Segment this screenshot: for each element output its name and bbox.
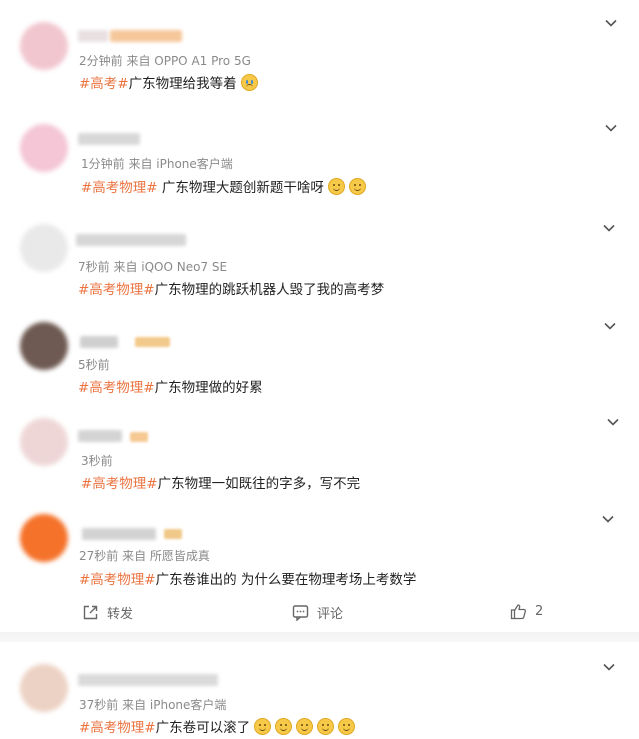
chevron-down-icon[interactable] [602,513,614,525]
comment-text: #高考物理#广东卷谁出的 为什么要在物理考场上考数学 [79,568,416,588]
user-badge [164,529,182,539]
section-divider [0,632,639,642]
repost-button[interactable]: 转发 [82,603,133,622]
comment-body: 广东卷可以滚了 [155,720,251,736]
user-badge [130,432,148,442]
comment-meta: 7秒前 来自 iQOO Neo7 SE [78,260,228,274]
like-button[interactable]: 2 [510,603,543,620]
topic-tag[interactable]: #高考物理# [81,180,158,196]
username-blurred[interactable] [82,528,156,540]
chevron-down-icon[interactable] [603,661,615,673]
topic-tag[interactable]: #高考物理# [78,282,155,298]
username-blurred[interactable] [78,30,108,42]
comment-button[interactable]: 评论 [292,603,343,622]
smile-emoji-icon [296,718,314,735]
chevron-down-icon[interactable] [604,320,616,332]
comment-text: #高考物理#广东物理一如既往的字多，写不完 [81,472,360,492]
avatar[interactable] [20,418,68,466]
repost-label: 转发 [107,607,134,622]
comment-meta: 5秒前 [78,358,110,372]
username-blurred-badge [110,30,182,42]
post-action-bar: 转发 评论 2 [0,597,639,627]
comment-text: #高考#广东物理给我等着 [79,72,258,92]
comment-body: 广东物理一如既往的字多，写不完 [157,476,361,492]
comment-body: 广东物理的跳跃机器人毁了我的高考梦 [154,282,385,298]
username-blurred[interactable] [78,430,122,442]
smile-emoji-icon [327,178,345,195]
avatar[interactable] [20,664,68,712]
comment-meta: 37秒前 来自 iPhone客户端 [79,698,227,712]
topic-tag[interactable]: #高考# [79,76,129,92]
comment-text: #高考物理#广东物理的跳跃机器人毁了我的高考梦 [78,278,384,298]
avatar[interactable] [20,322,68,370]
chevron-down-icon[interactable] [605,17,617,29]
comment-text: #高考物理# 广东物理大题创新题干啥呀 [81,176,366,196]
comment-meta: 2分钟前 来自 OPPO A1 Pro 5G [79,54,251,68]
username-blurred[interactable] [78,674,218,686]
topic-tag[interactable]: #高考物理# [79,572,156,588]
chevron-down-icon[interactable] [603,222,615,234]
avatar[interactable] [20,514,68,562]
comment-body: 广东物理大题创新题干啥呀 [157,180,324,196]
user-badge [135,337,170,347]
repost-icon [83,605,98,620]
username-blurred[interactable] [78,133,140,145]
avatar[interactable] [20,224,68,272]
comment-body: 广东物理给我等着 [128,76,237,92]
comment-text: #高考物理#广东物理做的好累 [78,376,263,396]
comment-meta: 1分钟前 来自 iPhone客户端 [81,157,233,171]
topic-tag[interactable]: #高考物理# [81,476,158,492]
comment-body: 广东物理做的好累 [154,380,263,396]
comment-meta: 3秒前 [81,454,113,468]
topic-tag[interactable]: #高考物理# [78,380,155,396]
comment-icon [292,605,309,621]
comment-meta: 27秒前 来自 所愿皆成真 [79,549,210,563]
smile-emoji-icon [275,718,293,735]
chevron-down-icon[interactable] [607,416,619,428]
like-count: 2 [535,604,544,619]
comment-label: 评论 [317,607,344,622]
smile-emoji-icon [254,718,272,735]
thumbs-up-icon [510,604,527,620]
topic-tag[interactable]: #高考物理# [79,720,156,736]
smile-emoji-icon [348,178,366,195]
comment-text: #高考物理#广东卷可以滚了 [79,716,356,736]
avatar[interactable] [20,22,68,70]
username-blurred[interactable] [80,336,118,348]
chevron-down-icon[interactable] [605,122,617,134]
smile-emoji-icon [338,718,356,735]
comment-body: 广东卷谁出的 为什么要在物理考场上考数学 [155,572,417,588]
avatar[interactable] [20,124,68,172]
username-blurred[interactable] [76,234,186,246]
smile-emoji-icon [317,718,335,735]
crying-emoji-icon [240,74,258,91]
